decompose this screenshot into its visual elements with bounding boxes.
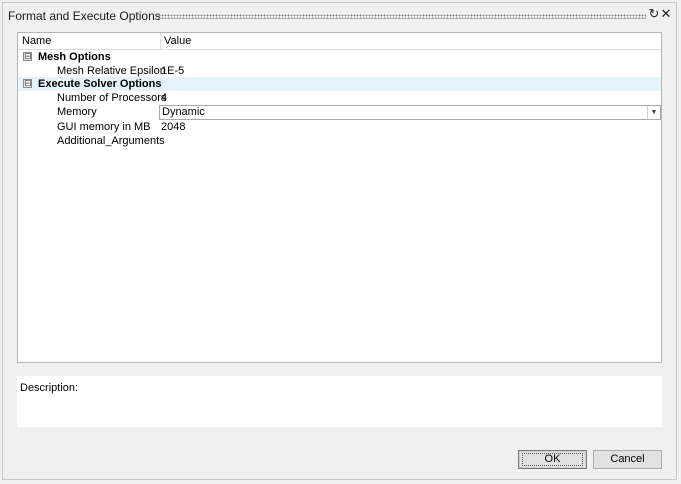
- group-row-mesh-options[interactable]: ⊟ Mesh Options: [18, 50, 661, 64]
- property-row-memory[interactable]: Memory Dynamic ▼: [18, 105, 661, 120]
- group-label: Mesh Options: [38, 51, 111, 63]
- window-title: Format and Execute Options: [8, 9, 161, 23]
- description-panel: Description:: [17, 376, 662, 427]
- cancel-button[interactable]: Cancel: [593, 450, 662, 469]
- memory-dropdown[interactable]: Dynamic ▼: [159, 105, 661, 120]
- column-header-value[interactable]: Value: [164, 35, 191, 47]
- property-name: Memory: [57, 106, 97, 118]
- ok-button[interactable]: OK: [518, 450, 587, 469]
- cancel-button-label: Cancel: [610, 453, 645, 465]
- collapse-icon[interactable]: ⊟: [23, 79, 32, 88]
- column-header-name[interactable]: Name: [22, 35, 51, 47]
- grid-header: Name Value: [18, 33, 661, 50]
- memory-dropdown-value: Dynamic: [162, 106, 205, 118]
- property-row-number-of-processors[interactable]: Number of Processors 4: [18, 91, 661, 105]
- group-label: Execute Solver Options: [38, 78, 162, 90]
- property-value[interactable]: 2048: [161, 120, 185, 134]
- chevron-down-icon[interactable]: ▼: [647, 106, 660, 119]
- property-name: Mesh Relative Epsilon: [57, 65, 166, 77]
- property-value[interactable]: 4: [161, 91, 167, 105]
- description-label: Description:: [20, 382, 79, 394]
- column-separator[interactable]: [160, 33, 161, 49]
- property-name: Additional_Arguments: [57, 135, 165, 147]
- property-name: GUI memory in MB: [57, 121, 151, 133]
- property-name: Number of Processors: [57, 92, 167, 104]
- group-row-execute-solver-options[interactable]: ⊟ Execute Solver Options: [18, 77, 661, 91]
- property-row-mesh-relative-epsilon[interactable]: Mesh Relative Epsilon 1E-5: [18, 64, 661, 78]
- property-value[interactable]: 1E-5: [161, 64, 184, 78]
- property-row-gui-memory[interactable]: GUI memory in MB 2048: [18, 120, 661, 134]
- drag-grip[interactable]: [158, 14, 646, 19]
- property-grid: Name Value ⊟ Mesh Options Mesh Relative …: [17, 32, 662, 363]
- title-bar[interactable]: Format and Execute Options ↻ ✕: [3, 3, 676, 29]
- collapse-icon[interactable]: ⊟: [23, 52, 32, 61]
- property-row-additional-arguments[interactable]: Additional_Arguments: [18, 134, 661, 148]
- close-icon[interactable]: ✕: [660, 7, 672, 21]
- refresh-icon[interactable]: ↻: [648, 7, 660, 21]
- focus-rectangle: [522, 453, 583, 466]
- format-execute-options-dialog: Format and Execute Options ↻ ✕ Name Valu…: [2, 2, 677, 480]
